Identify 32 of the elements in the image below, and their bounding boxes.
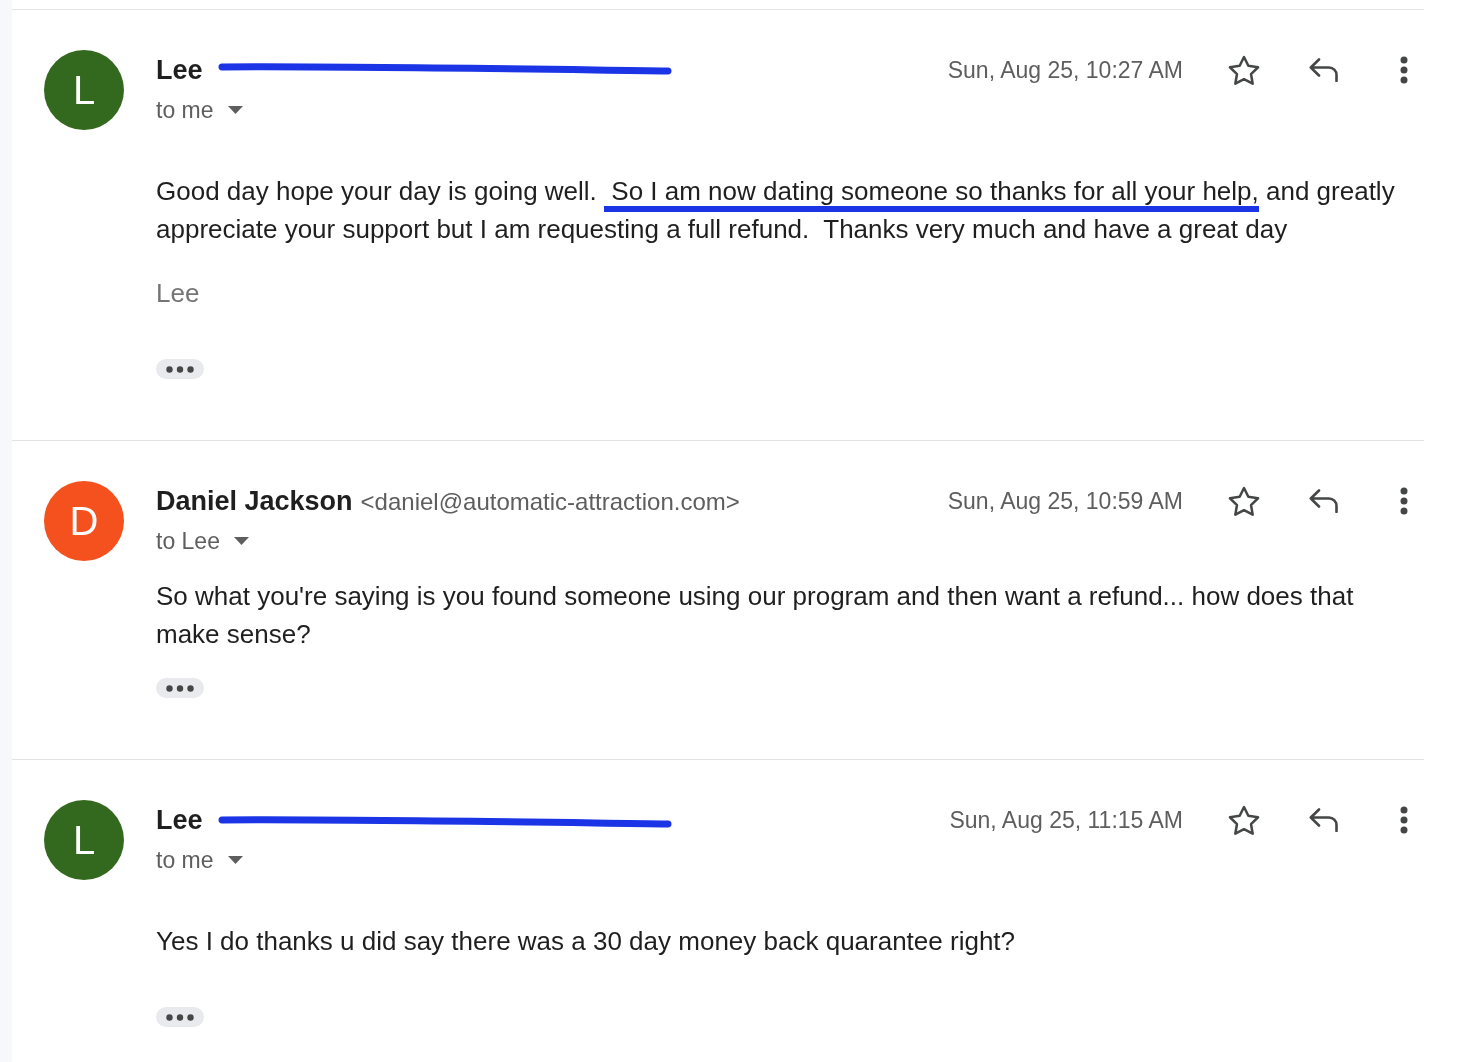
recipient-text: to Lee	[156, 526, 220, 556]
dots-icon	[166, 1013, 194, 1021]
message-body: Good day hope your day is going well. So I am now dating someone so thanks for all your help, and greatly appreciate your support but I am requesting a full refund. Thanks very much and have a great day	[156, 175, 1396, 246]
message-date: Sun, Aug 25, 11:15 AM	[949, 805, 1183, 835]
recipient-text: to me	[156, 845, 214, 875]
sender-name: Lee	[156, 53, 203, 87]
avatar: L	[44, 50, 124, 130]
avatar: L	[44, 800, 124, 880]
more-vertical-icon	[1400, 56, 1408, 84]
more-vertical-icon	[1400, 487, 1408, 515]
sender-name: Daniel Jackson	[156, 484, 353, 518]
sender-name: Lee	[156, 803, 203, 837]
caret-down-icon[interactable]	[227, 106, 243, 114]
message-body: So what you're saying is you found someone using our program and then want a refund... how does that make sense?	[156, 580, 1355, 651]
reply-icon	[1309, 58, 1339, 82]
message-body: Yes I do thanks u did say there was a 30 day money back quarantee right?	[156, 925, 1017, 958]
reply-icon	[1309, 489, 1339, 513]
dots-icon	[166, 684, 194, 692]
avatar: D	[44, 481, 124, 561]
dots-icon	[166, 365, 194, 373]
reply-icon	[1309, 808, 1339, 832]
ellipsis-button[interactable]	[156, 678, 204, 698]
caret-down-icon[interactable]	[233, 537, 249, 545]
message-date: Sun, Aug 25, 10:27 AM	[947, 55, 1183, 85]
more-vertical-icon	[1400, 806, 1408, 834]
message-date: Sun, Aug 25, 10:59 AM	[947, 486, 1183, 516]
ellipsis-button[interactable]	[156, 359, 204, 379]
ellipsis-button[interactable]	[156, 1007, 204, 1027]
caret-down-icon[interactable]	[227, 856, 243, 864]
sender-email: <daniel@automatic-attraction.com>	[360, 486, 740, 517]
signature-text: Lee	[156, 277, 200, 310]
recipient-text: to me	[156, 95, 214, 125]
